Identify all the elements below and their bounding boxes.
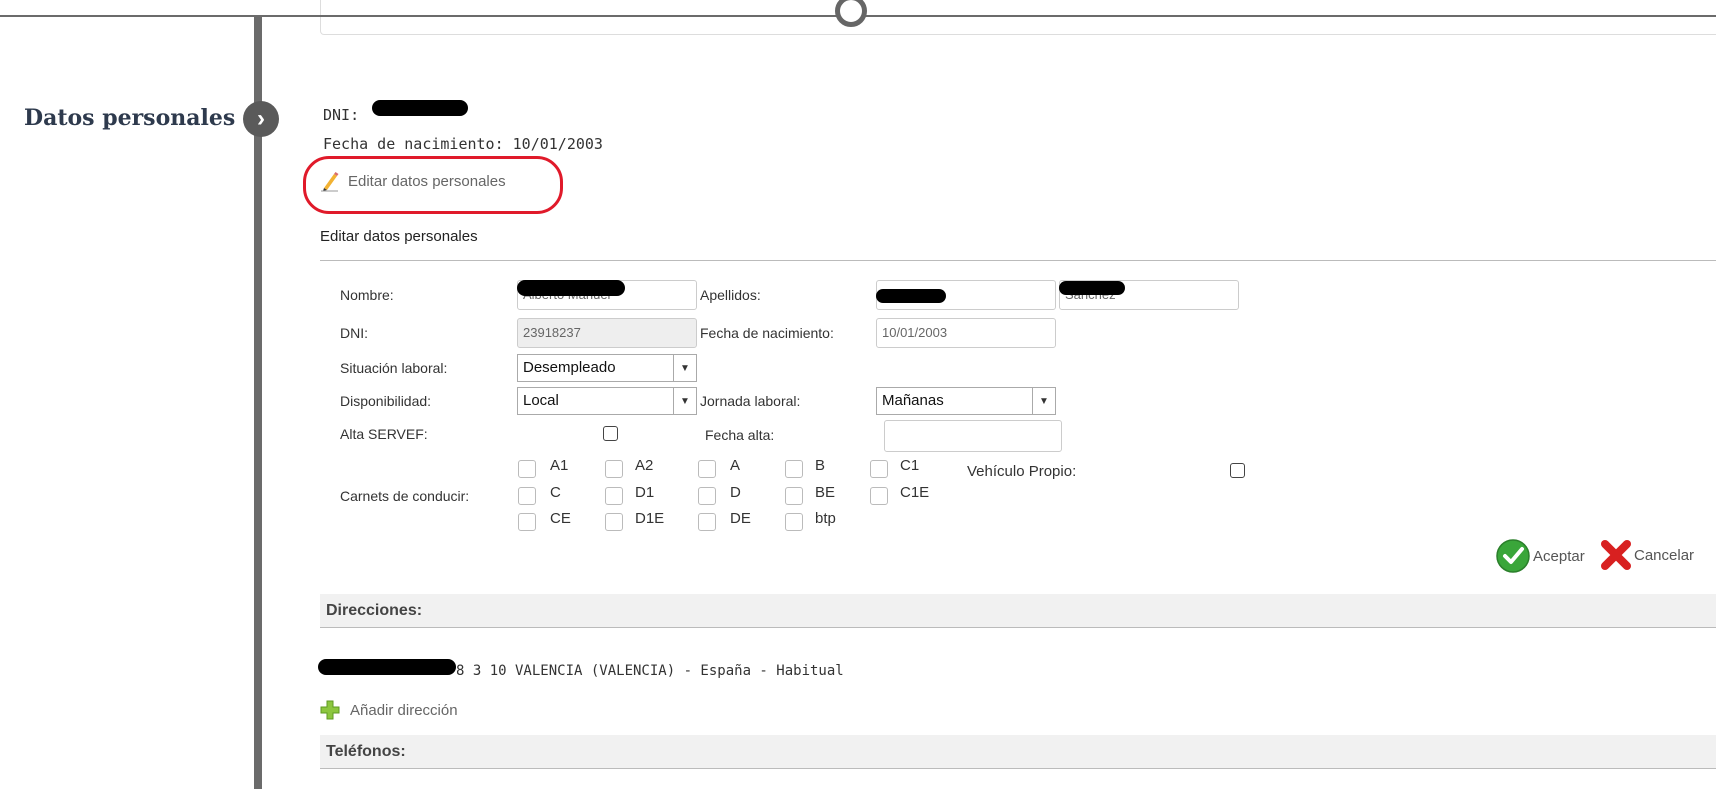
jornada-value: Mañanas	[882, 392, 944, 409]
situacion-select[interactable]: Desempleado ▼	[517, 354, 697, 382]
situacion-label: Situación laboral:	[340, 360, 448, 376]
summary-dni: DNI:	[323, 106, 360, 124]
section-title: Datos personales	[24, 105, 236, 131]
carnet-checkbox[interactable]	[518, 460, 536, 478]
redacted-dni	[372, 100, 468, 116]
carnet-checkbox[interactable]	[605, 487, 623, 505]
carnet-checkbox[interactable]	[785, 460, 803, 478]
disponibilidad-label: Disponibilidad:	[340, 393, 432, 409]
summary-dob: Fecha de nacimiento: 10/01/2003	[323, 135, 603, 153]
vehiculo-checkbox[interactable]	[1230, 463, 1245, 478]
fecha-nacimiento-input[interactable]: 10/01/2003	[876, 318, 1056, 348]
disponibilidad-value: Local	[523, 392, 559, 409]
telefonos-header: Teléfonos:	[320, 735, 1716, 769]
carnet-checkbox[interactable]	[785, 487, 803, 505]
address-item: 8 3 10 VALENCIA (VALENCIA) - España - Ha…	[456, 663, 844, 679]
dni-label: DNI:	[340, 325, 368, 341]
chevron-right-icon[interactable]: ›	[243, 101, 279, 137]
add-address-link[interactable]: Añadir dirección	[320, 700, 458, 720]
fecha-alta-input[interactable]	[884, 420, 1062, 452]
redacted-apellido2	[1059, 281, 1125, 295]
vehiculo-label: Vehículo Propio:	[967, 463, 1077, 480]
redacted-apellido1	[876, 289, 946, 303]
nombre-label: Nombre:	[340, 287, 394, 303]
highlight-oval	[303, 156, 563, 214]
fecha-alta-label: Fecha alta:	[705, 427, 775, 443]
carnet-checkbox[interactable]	[870, 487, 888, 505]
carnet-checkbox[interactable]	[518, 487, 536, 505]
carnet-checkbox[interactable]	[785, 513, 803, 531]
dni-input: 23918237	[517, 318, 697, 348]
cancel-button[interactable]: Cancelar	[1600, 538, 1694, 572]
alta-servef-label: Alta SERVEF:	[340, 426, 428, 442]
jornada-select[interactable]: Mañanas ▼	[876, 387, 1056, 415]
alta-servef-checkbox[interactable]	[603, 426, 618, 441]
carnet-checkbox[interactable]	[518, 513, 536, 531]
carnet-checkbox[interactable]	[698, 513, 716, 531]
chevron-down-icon: ▼	[1032, 388, 1055, 414]
redacted-address	[318, 659, 456, 675]
direcciones-header: Direcciones:	[320, 594, 1716, 628]
form-heading: Editar datos personales	[320, 228, 478, 245]
carnet-checkbox[interactable]	[870, 460, 888, 478]
jornada-label: Jornada laboral:	[700, 393, 801, 409]
chevron-down-icon: ▼	[673, 355, 696, 381]
check-icon	[1496, 539, 1530, 573]
previous-section-box	[320, 0, 1716, 35]
heading-rule	[320, 260, 1716, 261]
situacion-value: Desempleado	[523, 359, 616, 376]
plus-icon	[320, 700, 340, 720]
accept-button[interactable]: Aceptar	[1495, 538, 1585, 574]
redacted-nombre	[517, 280, 625, 296]
chevron-down-icon: ▼	[673, 388, 696, 414]
close-icon	[1601, 540, 1631, 570]
carnet-checkbox[interactable]	[605, 460, 623, 478]
carnet-checkbox[interactable]	[605, 513, 623, 531]
carnets-label: Carnets de conducir:	[340, 488, 470, 504]
apellidos-label: Apellidos:	[700, 287, 761, 303]
carnet-checkbox[interactable]	[698, 487, 716, 505]
disponibilidad-select[interactable]: Local ▼	[517, 387, 697, 415]
fecha-nacimiento-label: Fecha de nacimiento:	[700, 325, 834, 341]
carnet-checkbox[interactable]	[698, 460, 716, 478]
